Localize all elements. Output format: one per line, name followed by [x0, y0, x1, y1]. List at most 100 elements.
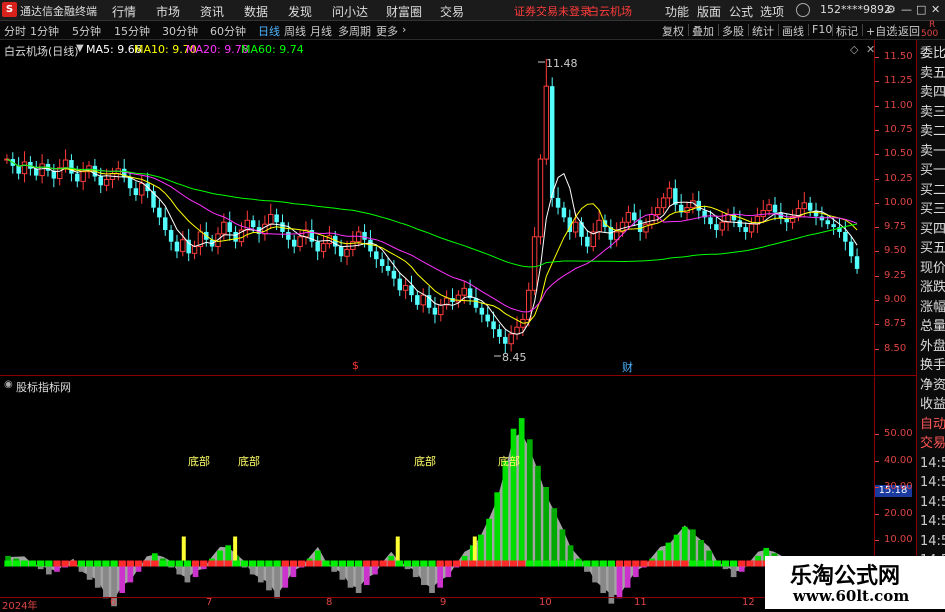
candle-body[interactable]: [157, 207, 162, 218]
candle-body[interactable]: [632, 212, 637, 221]
candle-body[interactable]: [69, 160, 74, 174]
candle-body[interactable]: [666, 187, 673, 199]
candle-body[interactable]: [262, 223, 268, 235]
candle-body[interactable]: [133, 188, 139, 196]
finance-marker[interactable]: 财: [622, 359, 633, 375]
candle-body[interactable]: [21, 161, 28, 175]
candle-body[interactable]: [379, 259, 385, 266]
candle-body[interactable]: [315, 241, 320, 252]
settings-icon[interactable]: ⚙: [886, 3, 896, 16]
candle-body[interactable]: [555, 197, 561, 208]
candle-body[interactable]: [760, 210, 766, 217]
candle-body[interactable]: [485, 314, 490, 322]
fuquan-button[interactable]: 复权: [662, 23, 684, 39]
user-phone[interactable]: 152****9892: [820, 3, 891, 16]
candle-body[interactable]: [80, 171, 86, 182]
candle-body[interactable]: [526, 289, 532, 320]
period-monthly[interactable]: 月线: [310, 23, 332, 39]
tongji-button[interactable]: 统计: [752, 23, 774, 39]
candle-body[interactable]: [221, 221, 227, 235]
candle-body[interactable]: [397, 278, 402, 291]
close-icon[interactable]: ✕: [931, 3, 940, 16]
candle-body[interactable]: [39, 163, 45, 177]
candle-body[interactable]: [233, 231, 238, 242]
candle-body[interactable]: [16, 165, 21, 174]
candle-body[interactable]: [801, 202, 808, 210]
candle-body[interactable]: [654, 207, 661, 215]
candle-body[interactable]: [174, 241, 180, 252]
candle-body[interactable]: [514, 326, 520, 335]
candle-body[interactable]: [62, 159, 69, 169]
login-warning[interactable]: 证券交易未登录: [514, 3, 591, 19]
candle-body[interactable]: [391, 270, 397, 279]
candle-body[interactable]: [579, 222, 584, 237]
candle-body[interactable]: [139, 182, 145, 196]
candle-body[interactable]: [585, 236, 590, 247]
candle-body[interactable]: [848, 241, 854, 257]
user-avatar-icon[interactable]: [796, 3, 810, 17]
period-multi[interactable]: 多周期: [338, 23, 371, 39]
period-15min[interactable]: 15分钟: [114, 23, 150, 39]
period-30min[interactable]: 30分钟: [162, 23, 198, 39]
candle-body[interactable]: [56, 167, 63, 179]
candle-body[interactable]: [409, 285, 414, 296]
candle-body[interactable]: [748, 223, 755, 233]
candle-body[interactable]: [572, 221, 579, 233]
period-weekly[interactable]: 周线: [284, 23, 306, 39]
menu-shuju[interactable]: 数据: [244, 3, 268, 20]
candle-body[interactable]: [479, 307, 485, 315]
candle-body[interactable]: [75, 173, 80, 182]
candle-body[interactable]: [543, 85, 550, 160]
candle-body[interactable]: [127, 177, 133, 189]
candle-body[interactable]: [596, 219, 602, 233]
candle-body[interactable]: [766, 204, 772, 212]
menu-gongneng[interactable]: 功能: [665, 3, 689, 20]
candle-body[interactable]: [737, 220, 743, 228]
candle-body[interactable]: [438, 304, 444, 316]
menu-jiaoyi[interactable]: 交易: [440, 3, 464, 20]
candle-body[interactable]: [531, 236, 538, 291]
candle-body[interactable]: [708, 217, 713, 225]
candle-body[interactable]: [508, 333, 514, 345]
back-button[interactable]: 返回: [898, 23, 920, 39]
candle-body[interactable]: [163, 217, 168, 231]
candle-body[interactable]: [537, 158, 544, 238]
candle-body[interactable]: [297, 236, 303, 248]
indicator-settings-icon[interactable]: ◉: [4, 379, 13, 390]
candle-body[interactable]: [291, 239, 297, 247]
menu-banmian[interactable]: 版面: [697, 3, 721, 20]
candle-body[interactable]: [649, 213, 655, 225]
candle-body[interactable]: [807, 202, 813, 211]
candle-body[interactable]: [415, 295, 420, 305]
candle-body[interactable]: [503, 336, 508, 344]
candle-body[interactable]: [180, 239, 186, 252]
candle-body[interactable]: [402, 284, 409, 291]
huaxian-button[interactable]: 画线: [782, 23, 804, 39]
duogu-button[interactable]: 多股: [722, 23, 744, 39]
period-60min[interactable]: 60分钟: [210, 23, 246, 39]
candle-body[interactable]: [714, 224, 719, 231]
candle-body[interactable]: [772, 204, 778, 213]
candle-body[interactable]: [362, 231, 367, 240]
period-1min[interactable]: 1分钟: [30, 23, 59, 39]
menu-shichang[interactable]: 市场: [156, 3, 180, 20]
diamond-icon[interactable]: ◇: [850, 43, 858, 56]
period-more[interactable]: 更多: [376, 23, 398, 39]
diejia-button[interactable]: 叠加: [692, 23, 714, 39]
candle-body[interactable]: [320, 243, 327, 252]
candle-body[interactable]: [660, 197, 667, 209]
menu-wenxiaoda[interactable]: 问小达: [332, 3, 368, 20]
menu-xuanxiang[interactable]: 选项: [760, 3, 784, 20]
candle-body[interactable]: [344, 248, 350, 257]
menu-zixun[interactable]: 资讯: [200, 3, 224, 20]
menu-faxian[interactable]: 发现: [288, 3, 312, 20]
menu-gongshi[interactable]: 公式: [729, 3, 753, 20]
candle-body[interactable]: [98, 176, 103, 186]
candle-body[interactable]: [227, 222, 232, 232]
candle-body[interactable]: [385, 265, 391, 271]
menu-caifuquan[interactable]: 财富圈: [386, 3, 422, 20]
candle-body[interactable]: [268, 213, 274, 225]
candle-body[interactable]: [549, 86, 555, 198]
kline-chart[interactable]: [0, 40, 915, 375]
candle-body[interactable]: [34, 168, 39, 176]
